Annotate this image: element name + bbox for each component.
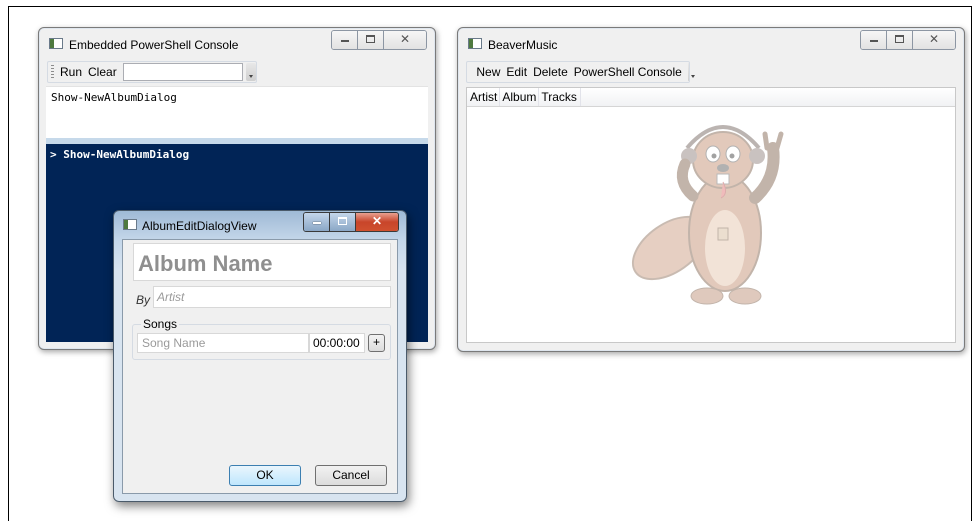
toolbar-overflow-icon[interactable] — [245, 63, 256, 81]
window-icon — [123, 219, 137, 230]
album-edit-dialog: AlbumEditDialogView ✕ Album Name By Arti… — [113, 210, 407, 502]
by-label: By — [136, 293, 151, 307]
run-button[interactable]: Run — [57, 65, 85, 79]
beaver-title: BeaverMusic — [488, 38, 558, 52]
song-duration-field[interactable]: 00:00:00 — [309, 333, 365, 353]
song-name-field[interactable]: Song Name — [137, 333, 309, 353]
maximize-icon[interactable] — [358, 31, 384, 49]
dialog-titlebar[interactable]: AlbumEditDialogView ✕ — [114, 211, 406, 238]
cancel-button[interactable]: Cancel — [315, 465, 387, 486]
console-title: Embedded PowerShell Console — [69, 38, 239, 52]
clear-button[interactable]: Clear — [85, 65, 120, 79]
minimize-icon[interactable] — [332, 31, 358, 49]
close-icon[interactable]: ✕ — [384, 31, 426, 49]
beaver-music-window: BeaverMusic ✕ New Edit Delete PowerShell… — [457, 27, 965, 352]
window-icon — [468, 38, 482, 49]
list-header: Artist Album Tracks — [467, 88, 955, 107]
window-icon — [49, 38, 63, 49]
powershell-console-button[interactable]: PowerShell Console — [571, 65, 685, 79]
beaver-toolbar: New Edit Delete PowerShell Console — [466, 61, 697, 83]
output-line: > Show-NewAlbumDialog — [50, 148, 190, 161]
script-editor[interactable]: Show-NewAlbumDialog — [46, 86, 428, 138]
column-header-album[interactable]: Album — [500, 88, 540, 106]
new-button[interactable]: New — [473, 65, 503, 79]
dialog-title: AlbumEditDialogView — [142, 219, 257, 233]
songs-label: Songs — [141, 317, 180, 331]
toolbar-grip[interactable] — [51, 65, 54, 79]
dialog-caption-buttons: ✕ — [303, 212, 399, 232]
album-list[interactable]: Artist Album Tracks — [466, 87, 956, 343]
dialog-client: Album Name By Artist Songs Song Name 00:… — [122, 239, 398, 494]
beaver-mascot — [631, 125, 784, 305]
minimize-icon[interactable] — [861, 31, 887, 49]
command-input[interactable] — [122, 63, 243, 81]
delete-button[interactable]: Delete — [530, 65, 571, 79]
console-toolbar: Run Clear — [47, 61, 257, 83]
console-titlebar[interactable]: Embedded PowerShell Console ✕ — [39, 28, 435, 58]
edit-button[interactable]: Edit — [503, 65, 530, 79]
beaver-titlebar[interactable]: BeaverMusic ✕ — [458, 28, 964, 58]
album-name-field[interactable]: Album Name — [133, 243, 391, 281]
toolbar-overflow-icon[interactable] — [687, 63, 697, 81]
close-icon[interactable]: ✕ — [356, 213, 398, 231]
column-header-tracks[interactable]: Tracks — [539, 88, 581, 106]
maximize-icon[interactable] — [887, 31, 913, 49]
add-song-button[interactable]: + — [368, 334, 385, 352]
minimize-icon[interactable] — [304, 213, 330, 231]
column-header-artist[interactable]: Artist — [467, 88, 501, 106]
maximize-icon[interactable] — [330, 213, 356, 231]
ok-button[interactable]: OK — [229, 465, 301, 486]
beaver-caption-buttons: ✕ — [860, 30, 956, 50]
artist-field[interactable]: Artist — [153, 286, 391, 308]
editor-line: Show-NewAlbumDialog — [51, 91, 177, 104]
close-icon[interactable]: ✕ — [913, 31, 955, 49]
console-caption-buttons: ✕ — [331, 30, 427, 50]
